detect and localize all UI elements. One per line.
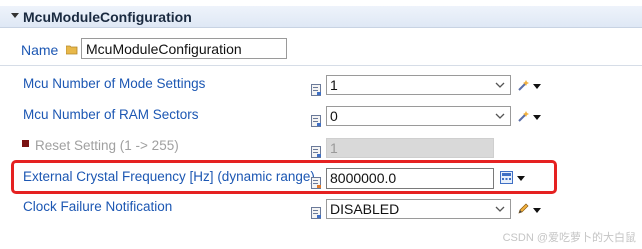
chevron-down-icon[interactable] [494, 79, 506, 91]
parameter-icon [311, 115, 321, 127]
crystal-frequency-input[interactable]: 8000000.0 [326, 168, 494, 189]
calculator-icon[interactable] [500, 171, 513, 184]
section-header[interactable]: McuModuleConfiguration [0, 6, 642, 28]
parameter-icon [311, 84, 321, 96]
name-input[interactable]: McuModuleConfiguration [81, 38, 287, 59]
section-title: McuModuleConfiguration [23, 9, 192, 25]
crystal-frequency-label: External Crystal Frequency [Hz] (dynamic… [23, 169, 315, 184]
chevron-down-icon[interactable] [494, 110, 506, 122]
ram-sectors-label: Mcu Number of RAM Sectors [23, 107, 199, 122]
dropdown-menu-icon[interactable] [533, 208, 541, 213]
divider [0, 65, 642, 66]
collapse-arrow-icon[interactable] [11, 13, 19, 18]
folder-icon [66, 45, 78, 55]
parameter-icon [311, 177, 321, 189]
dropdown-menu-icon[interactable] [533, 84, 541, 89]
mode-settings-label: Mcu Number of Mode Settings [23, 76, 206, 91]
crystal-frequency-value: 8000000.0 [330, 170, 397, 186]
ram-sectors-value: 0 [330, 108, 338, 124]
ram-sectors-combo[interactable]: 0 [326, 106, 511, 126]
pencil-icon[interactable] [517, 203, 529, 215]
wand-icon[interactable] [517, 79, 529, 91]
chevron-down-icon[interactable] [494, 203, 506, 215]
clock-failure-value: DISABLED [330, 201, 400, 217]
wand-icon[interactable] [517, 110, 529, 122]
name-label: Name [21, 42, 59, 58]
dropdown-menu-icon[interactable] [533, 115, 541, 120]
mode-settings-combo[interactable]: 1 [326, 75, 511, 95]
parameter-icon [311, 146, 321, 158]
disabled-marker-icon [22, 140, 29, 147]
clock-failure-combo[interactable]: DISABLED [326, 199, 511, 219]
mode-settings-value: 1 [330, 77, 338, 93]
reset-setting-value: 1 [330, 140, 338, 156]
reset-setting-field: 1 [326, 138, 494, 158]
dropdown-menu-icon[interactable] [517, 176, 525, 181]
reset-setting-label: Reset Setting (1 -> 255) [35, 138, 179, 153]
watermark: CSDN @爱吃萝卜的大白鼠 [502, 232, 636, 244]
parameter-icon [311, 207, 321, 219]
clock-failure-label: Clock Failure Notification [23, 199, 173, 214]
